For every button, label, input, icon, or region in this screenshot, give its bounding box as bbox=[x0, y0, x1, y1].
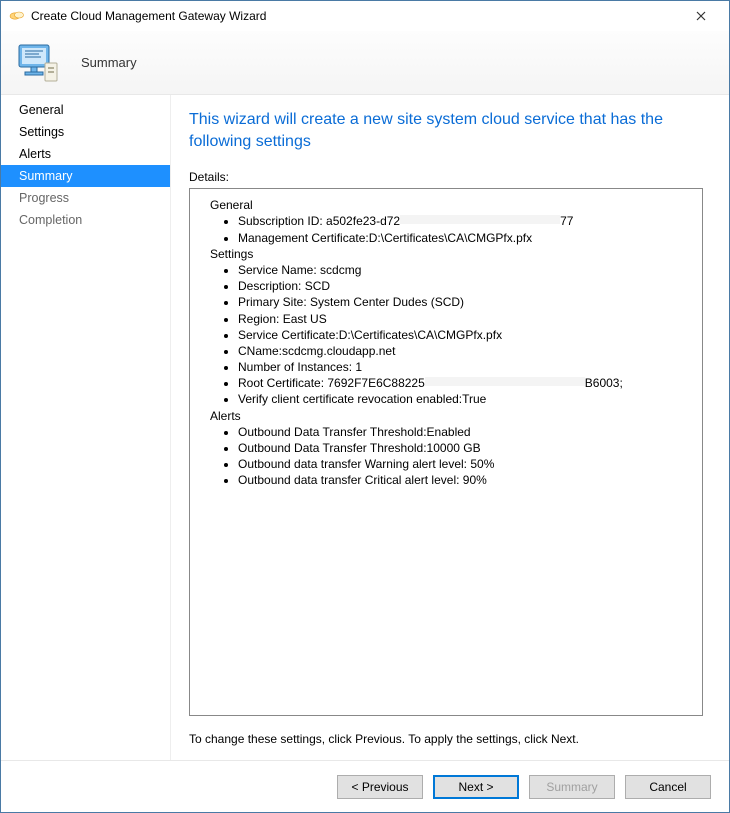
details-section-list-general: Subscription ID: a502fe23-d7277Managemen… bbox=[238, 213, 692, 245]
sidebar-item-summary[interactable]: Summary bbox=[1, 165, 170, 187]
details-section-list-settings: Service Name: scdcmgDescription: SCDPrim… bbox=[238, 262, 692, 408]
close-button[interactable] bbox=[681, 2, 721, 30]
body: GeneralSettingsAlertsSummaryProgressComp… bbox=[1, 95, 729, 760]
sidebar-item-alerts[interactable]: Alerts bbox=[1, 143, 170, 165]
sidebar: GeneralSettingsAlertsSummaryProgressComp… bbox=[1, 95, 171, 760]
sidebar-item-completion[interactable]: Completion bbox=[1, 209, 170, 231]
summary-heading: This wizard will create a new site syste… bbox=[189, 109, 703, 152]
monitor-icon bbox=[15, 41, 61, 85]
redacted-segment bbox=[400, 214, 560, 225]
title-bar: Create Cloud Management Gateway Wizard bbox=[1, 1, 729, 31]
details-section-title-general: General bbox=[210, 197, 692, 213]
details-item: Outbound Data Transfer Threshold:Enabled bbox=[238, 424, 692, 440]
details-section-list-alerts: Outbound Data Transfer Threshold:Enabled… bbox=[238, 424, 692, 489]
details-item: Outbound data transfer Warning alert lev… bbox=[238, 456, 692, 472]
summary-button: Summary bbox=[529, 775, 615, 799]
footer: < Previous Next > Summary Cancel bbox=[1, 760, 729, 812]
details-item: Outbound Data Transfer Threshold:10000 G… bbox=[238, 440, 692, 456]
previous-button[interactable]: < Previous bbox=[337, 775, 423, 799]
details-item: CName:scdcmg.cloudapp.net bbox=[238, 343, 692, 359]
details-item: Subscription ID: a502fe23-d7277 bbox=[238, 213, 692, 229]
details-item: Outbound data transfer Critical alert le… bbox=[238, 472, 692, 488]
details-item: Service Certificate:D:\Certificates\CA\C… bbox=[238, 327, 692, 343]
details-item: Number of Instances: 1 bbox=[238, 359, 692, 375]
details-item: Primary Site: System Center Dudes (SCD) bbox=[238, 294, 692, 310]
cancel-button[interactable]: Cancel bbox=[625, 775, 711, 799]
wizard-window: Create Cloud Management Gateway Wizard S… bbox=[0, 0, 730, 813]
page-title: Summary bbox=[81, 55, 137, 70]
bottom-hint: To change these settings, click Previous… bbox=[189, 732, 703, 746]
details-section-title-settings: Settings bbox=[210, 246, 692, 262]
details-item: Verify client certificate revocation ena… bbox=[238, 391, 692, 407]
redacted-segment bbox=[425, 376, 585, 387]
details-label: Details: bbox=[189, 170, 703, 184]
sidebar-item-progress[interactable]: Progress bbox=[1, 187, 170, 209]
details-section-title-alerts: Alerts bbox=[210, 408, 692, 424]
sidebar-item-settings[interactable]: Settings bbox=[1, 121, 170, 143]
details-item: Management Certificate:D:\Certificates\C… bbox=[238, 230, 692, 246]
details-box: GeneralSubscription ID: a502fe23-d7277Ma… bbox=[189, 188, 703, 716]
header: Summary bbox=[1, 31, 729, 95]
details-item: Service Name: scdcmg bbox=[238, 262, 692, 278]
details-item: Region: East US bbox=[238, 311, 692, 327]
sidebar-item-general[interactable]: General bbox=[1, 99, 170, 121]
details-item: Description: SCD bbox=[238, 278, 692, 294]
app-icon bbox=[9, 8, 25, 24]
main-panel: This wizard will create a new site syste… bbox=[171, 95, 729, 760]
window-title: Create Cloud Management Gateway Wizard bbox=[31, 9, 681, 23]
next-button[interactable]: Next > bbox=[433, 775, 519, 799]
details-item: Root Certificate: 7692F7E6C88225B6003; bbox=[238, 375, 692, 391]
